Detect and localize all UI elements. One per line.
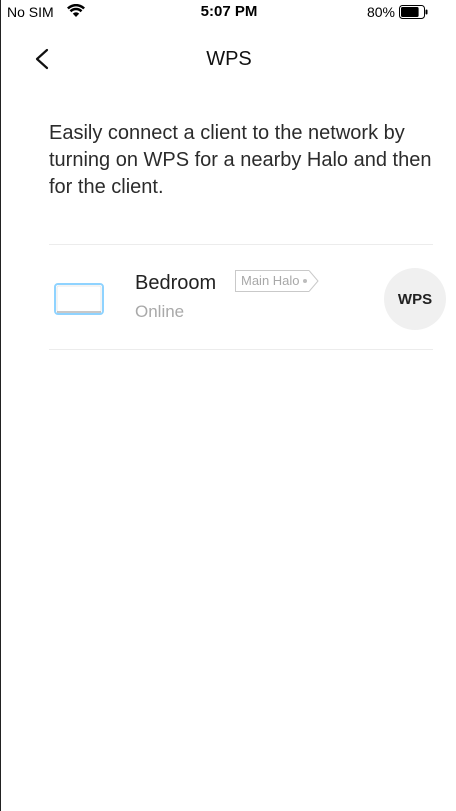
divider xyxy=(49,349,433,350)
battery-icon xyxy=(399,5,443,19)
device-name: Bedroom xyxy=(135,272,217,294)
device-row: Bedroom Main Halo Online WPS xyxy=(49,246,456,349)
halo-device-icon xyxy=(53,282,105,316)
nav-bar: WPS xyxy=(1,24,456,94)
main-halo-badge: Main Halo xyxy=(235,270,319,292)
status-bar: No SIM 5:07 PM 80% xyxy=(1,0,456,24)
battery-percentage: 80% xyxy=(366,4,395,20)
device-status: Online xyxy=(135,302,185,321)
page-title: WPS xyxy=(206,48,252,70)
screen: No SIM 5:07 PM 80% WPS Easily connect a … xyxy=(0,0,456,811)
divider xyxy=(49,244,433,245)
wps-description: Easily connect a client to the network b… xyxy=(49,122,432,198)
tag-dot-icon xyxy=(302,279,307,283)
wps-button[interactable]: WPS xyxy=(384,268,446,330)
tag-arrow-icon xyxy=(308,270,319,292)
main-halo-label: Main Halo xyxy=(241,273,300,288)
